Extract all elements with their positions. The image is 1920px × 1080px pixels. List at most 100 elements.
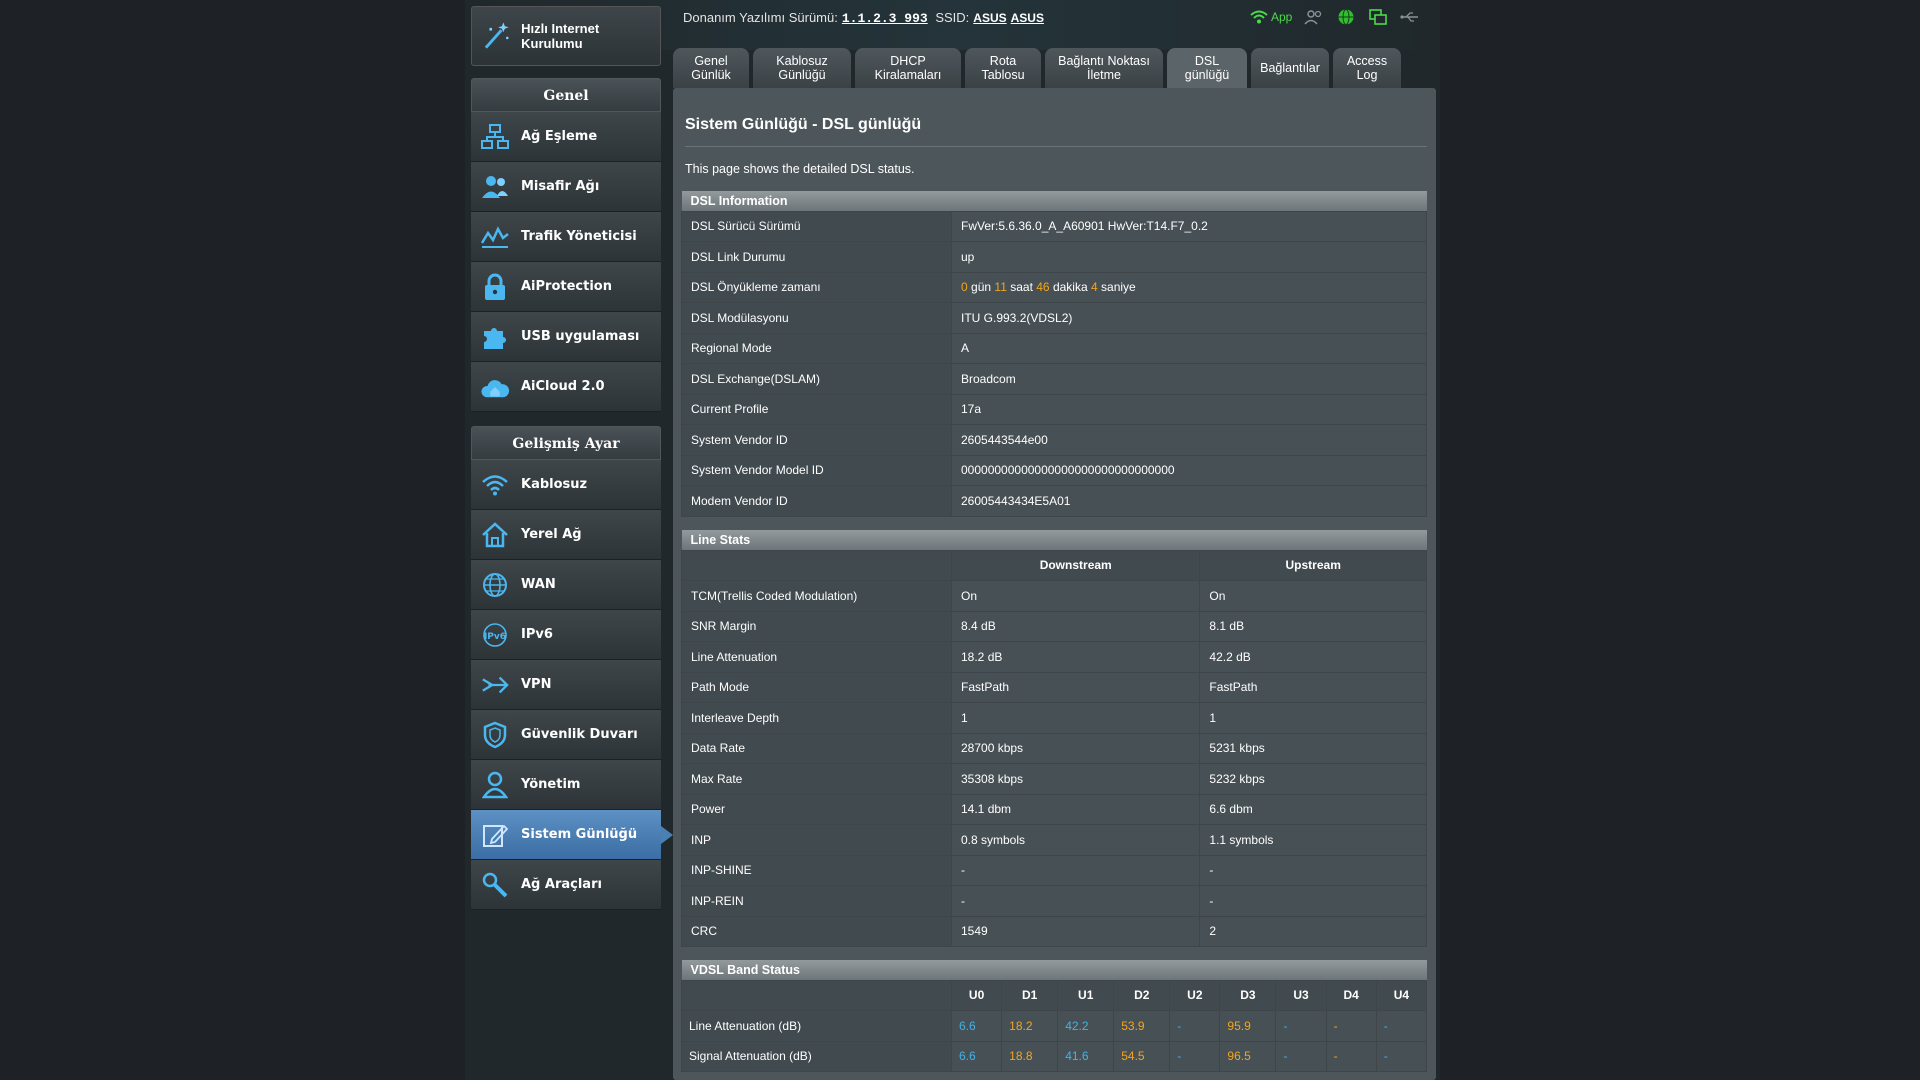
menu-vpn[interactable]: VPN	[471, 660, 661, 710]
band-col-u2: U2	[1169, 979, 1221, 1011]
row-value: 0 gün 11 saat 46 dakika 4 saniye	[951, 271, 1427, 303]
tab-general-log[interactable]: Genel Günlük	[673, 48, 749, 88]
ipv6-globe-icon: IPv6	[481, 621, 509, 649]
band-value: 42.2	[1057, 1010, 1115, 1042]
table-row: DSL Sürücü Sürümü FwVer:5.6.36.0_A_A60901…	[681, 210, 1427, 242]
uptime-minutes: 46	[1036, 280, 1050, 295]
row-label: Modem Vendor ID	[681, 485, 952, 517]
downstream-value: 14.1 dbm	[950, 793, 1201, 825]
usb-icon[interactable]	[1400, 8, 1420, 26]
menu-wan[interactable]: WAN	[471, 560, 661, 610]
menu-label: USB uygulaması	[521, 329, 640, 344]
firmware-label: Donanım Yazılımı Sürümü:	[683, 10, 838, 25]
band-col-d4: D4	[1325, 979, 1377, 1011]
downstream-value: 1	[950, 702, 1201, 734]
band-value: -	[1275, 1010, 1327, 1042]
menu-ipv6[interactable]: IPv6 IPv6	[471, 610, 661, 660]
menu-label: WAN	[521, 577, 556, 592]
band-value: -	[1275, 1040, 1327, 1072]
stat-label: Path Mode	[681, 671, 952, 703]
menu-network-tools[interactable]: Ağ Araçları	[471, 860, 661, 910]
ssid-link-2[interactable]: ASUS	[1011, 11, 1044, 25]
magic-wand-icon	[484, 22, 509, 49]
cloud-home-icon	[481, 373, 509, 401]
upstream-value: 2	[1199, 915, 1427, 947]
sidebar: Hızlı Internet Kurulumu Genel Ağ Eşleme …	[471, 6, 673, 910]
menu-administration[interactable]: Yönetim	[471, 760, 661, 810]
page-title: Sistem Günlüğü - DSL günlüğü	[685, 116, 922, 133]
tab-connections[interactable]: Bağlantılar	[1251, 48, 1329, 88]
mirror-icon[interactable]	[1368, 8, 1388, 26]
internet-globe-icon[interactable]	[1336, 8, 1356, 26]
row-label: DSL Link Durumu	[681, 241, 952, 273]
downstream-value: -	[950, 854, 1201, 886]
row-label: DSL Önyükleme zamanı	[681, 271, 952, 303]
stat-label: Data Rate	[681, 732, 952, 764]
quick-internet-setup-button[interactable]: Hızlı Internet Kurulumu	[471, 6, 661, 66]
row-label: Current Profile	[681, 393, 952, 425]
downstream-value: 0.8 symbols	[950, 824, 1201, 856]
band-value: 54.5	[1113, 1040, 1171, 1072]
menu-aicloud[interactable]: AiCloud 2.0	[471, 362, 661, 412]
uptime-days: 0	[961, 280, 968, 295]
table-row: DSL Modülasyonu ITU G.993.2(VDSL2)	[681, 302, 1427, 334]
band-value: 96.5	[1219, 1040, 1277, 1072]
stat-label: INP	[681, 824, 952, 856]
upstream-value: 8.1 dB	[1199, 610, 1427, 642]
tab-wireless-log[interactable]: Kablosuz Günlüğü	[753, 48, 851, 88]
downstream-value: 18.2 dB	[950, 641, 1201, 673]
table-row: Power 14.1 dbm 6.6 dbm	[681, 793, 1427, 825]
stat-label: CRC	[681, 915, 952, 947]
menu-guest-network[interactable]: Misafir Ağı	[471, 162, 661, 212]
table-row: SNR Margin 8.4 dB 8.1 dB	[681, 610, 1427, 642]
firmware-version-link[interactable]: 1.1.2.3_993	[842, 11, 928, 26]
uptime-hours: 11	[994, 280, 1007, 295]
menu-aiprotection[interactable]: AiProtection	[471, 262, 661, 312]
upstream-value: 1.1 symbols	[1199, 824, 1427, 856]
line-stats-corner	[681, 549, 952, 581]
downstream-value: 28700 kbps	[950, 732, 1201, 764]
uptime-days-label: gün	[971, 280, 992, 295]
row-value: 2605443544e00	[951, 424, 1427, 456]
stat-label: Power	[681, 793, 952, 825]
menu-lan[interactable]: Yerel Ağ	[471, 510, 661, 560]
downstream-header: Downstream	[950, 549, 1201, 581]
menu-label: Trafik Yöneticisi	[521, 229, 637, 244]
band-value: 6.6	[950, 1010, 1003, 1042]
clients-icon[interactable]	[1304, 8, 1324, 26]
table-row: Signal Attenuation (dB) 6.6 18.8 41.6 54.5-9…	[681, 1040, 1428, 1072]
menu-firewall[interactable]: Güvenlik Duvarı	[471, 710, 661, 760]
svg-text:IPv6: IPv6	[484, 632, 506, 642]
vpn-icon	[481, 671, 509, 699]
tab-port-forwarding[interactable]: Bağlantı Noktası İletme	[1045, 48, 1163, 88]
row-value: 26005443434E5A01	[951, 485, 1427, 517]
menu-traffic-manager[interactable]: Trafik Yöneticisi	[471, 212, 661, 262]
table-row: Path Mode FastPath FastPath	[681, 671, 1427, 703]
wifi-icon	[1250, 10, 1268, 24]
stat-label: TCM(Trellis Coded Modulation)	[681, 580, 952, 612]
row-value: ITU G.993.2(VDSL2)	[951, 302, 1427, 334]
menu-wireless[interactable]: Kablosuz	[471, 460, 661, 510]
band-col-u4: U4	[1375, 979, 1428, 1011]
tab-access-log[interactable]: Access Log	[1333, 48, 1401, 88]
wrench-icon	[481, 871, 509, 899]
table-row: Data Rate 28700 kbps 5231 kbps	[681, 732, 1427, 764]
tab-dhcp-leases[interactable]: DHCP Kiralamaları	[855, 48, 961, 88]
tab-dsl-log[interactable]: DSL günlüğü	[1167, 48, 1247, 88]
uptime-seconds-label: saniye	[1101, 280, 1136, 295]
tab-routing-table[interactable]: Rota Tablosu	[965, 48, 1041, 88]
menu-label: Güvenlik Duvarı	[521, 727, 638, 742]
ssid-link-1[interactable]: ASUS	[973, 11, 1006, 25]
app-button[interactable]: App	[1250, 10, 1292, 24]
menu-system-log[interactable]: Sistem Günlüğü	[471, 810, 673, 860]
menu-label: Yönetim	[521, 777, 581, 792]
stat-label: INP-SHINE	[681, 854, 952, 886]
table-row: Regional Mode A	[681, 332, 1427, 364]
table-row: TCM(Trellis Coded Modulation) On On	[681, 580, 1427, 612]
band-value: 18.2	[1001, 1010, 1059, 1042]
menu-network-map[interactable]: Ağ Eşleme	[471, 112, 661, 162]
row-value: A	[951, 332, 1427, 364]
menu-usb-application[interactable]: USB uygulaması	[471, 312, 661, 362]
row-value: 17a	[951, 393, 1427, 425]
general-section-header: Genel	[471, 78, 661, 112]
